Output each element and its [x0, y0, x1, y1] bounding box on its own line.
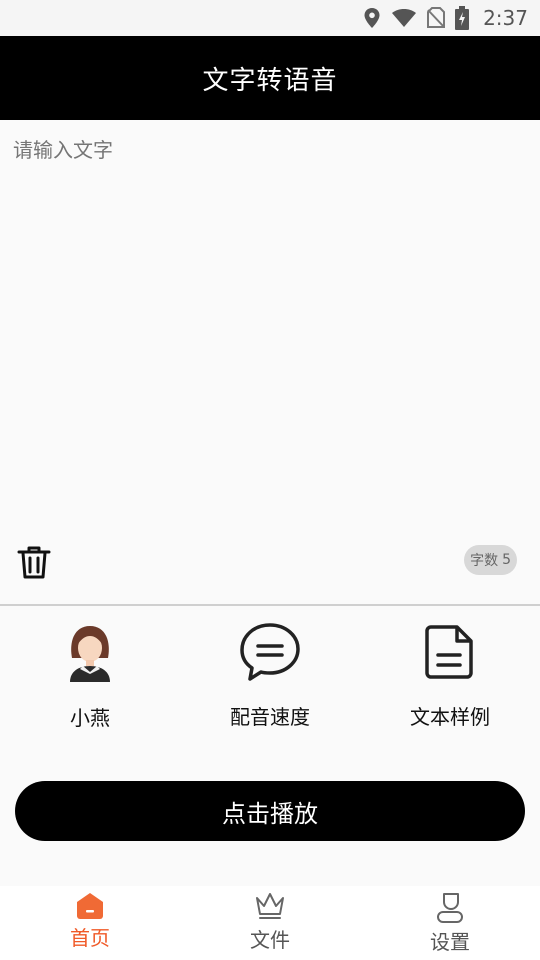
home-icon — [77, 893, 103, 919]
nav-item-files[interactable]: 文件 — [180, 890, 360, 956]
speed-select-button[interactable]: 配音速度 — [180, 620, 360, 730]
status-time: 2:37 — [483, 6, 528, 30]
female-avatar-icon — [58, 620, 122, 684]
person-icon — [437, 893, 463, 923]
play-button[interactable]: 点击播放 — [15, 781, 525, 841]
app-bar: 文字转语音 — [0, 36, 540, 120]
speed-label: 配音速度 — [230, 705, 310, 729]
bottom-nav: 首页 文件 设置 — [0, 886, 540, 960]
crown-icon — [256, 893, 284, 919]
page-title: 文字转语音 — [202, 65, 338, 96]
text-input[interactable] — [13, 134, 527, 524]
trash-icon — [17, 546, 51, 579]
battery-charging-icon — [455, 6, 470, 30]
location-icon — [364, 8, 380, 28]
status-bar: 2:37 — [0, 0, 540, 36]
document-icon — [418, 620, 482, 683]
speech-bubble-icon — [238, 620, 302, 683]
char-count-label: 字数 — [470, 553, 499, 569]
voice-select-button[interactable]: 小燕 — [0, 620, 180, 730]
nav-label-files: 文件 — [250, 928, 290, 952]
sample-text-label: 文本样例 — [410, 705, 490, 729]
nav-item-home[interactable]: 首页 — [0, 890, 180, 956]
voice-label: 小燕 — [70, 706, 110, 730]
nav-label-settings: 设置 — [430, 930, 470, 954]
options-row: 小燕 配音速度 文本样例 — [0, 606, 540, 746]
sample-text-button[interactable]: 文本样例 — [360, 620, 540, 730]
text-editor-area: 字数 5 — [0, 120, 540, 604]
char-count-badge: 字数 5 — [464, 545, 517, 575]
char-count-value: 5 — [502, 552, 511, 568]
wifi-icon — [392, 9, 417, 27]
nav-label-home: 首页 — [70, 926, 110, 950]
clear-text-button[interactable] — [16, 544, 52, 580]
nav-item-settings[interactable]: 设置 — [360, 890, 540, 956]
no-sim-icon — [427, 7, 446, 28]
